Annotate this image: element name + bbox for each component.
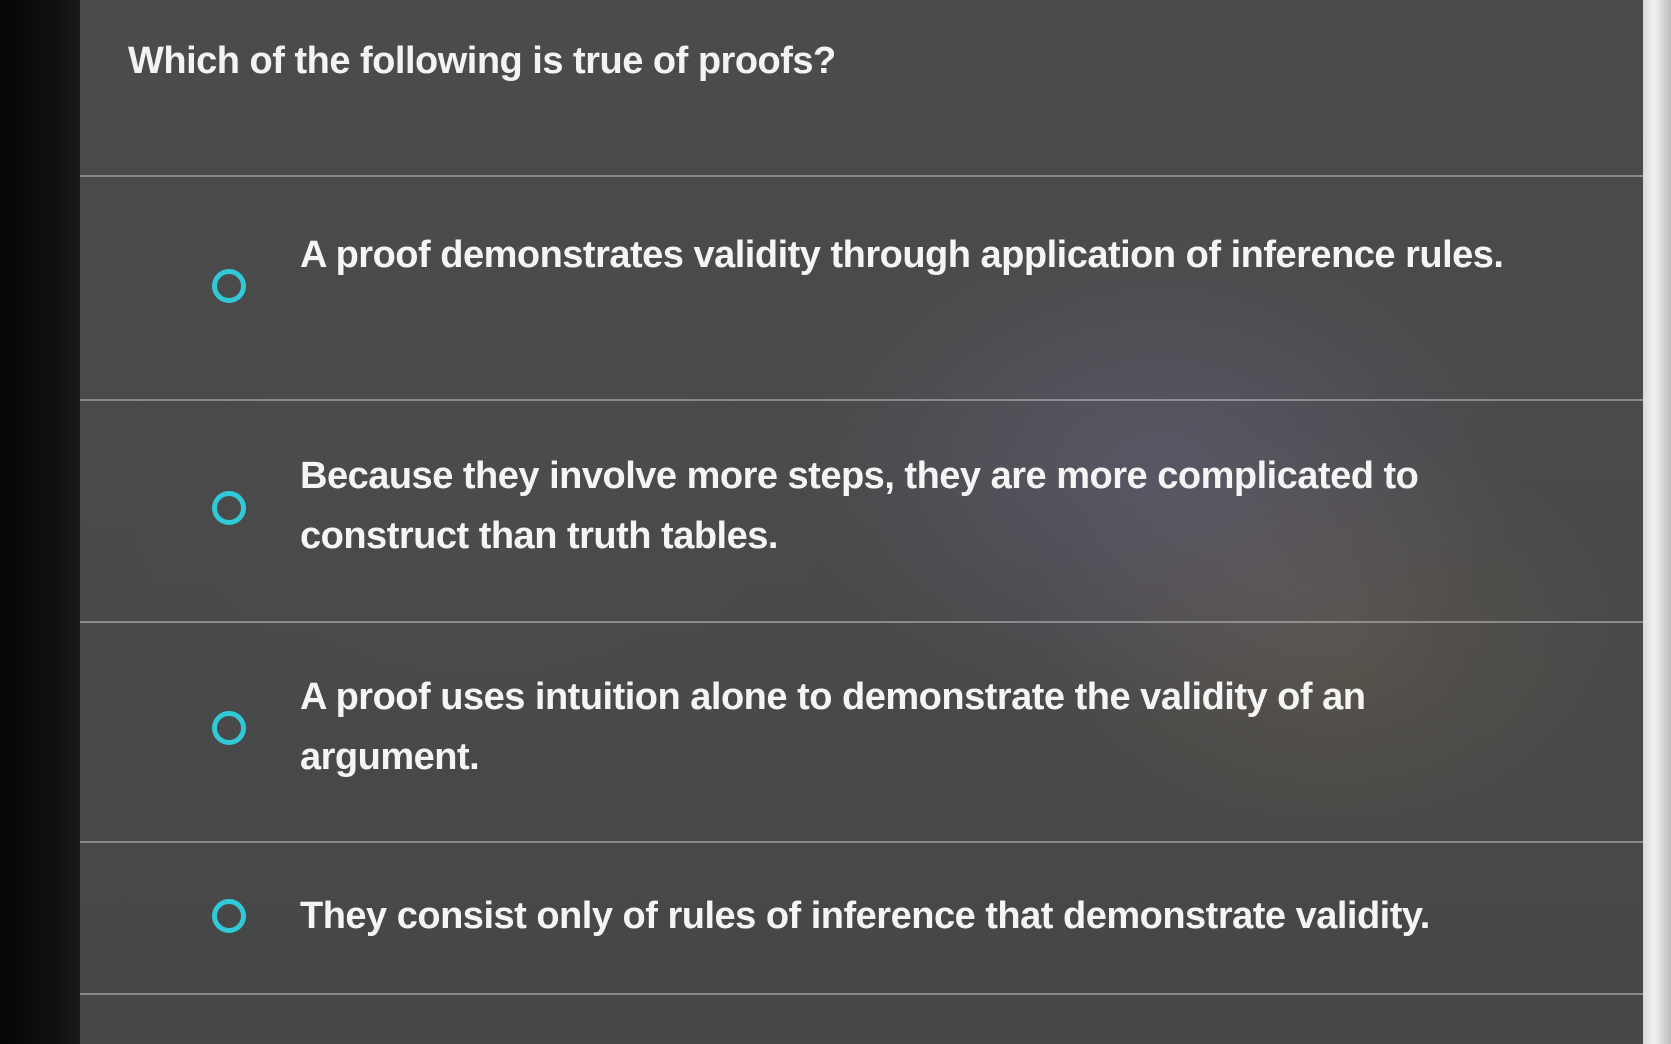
quiz-screen: Which of the following is true of proofs…: [80, 0, 1643, 1044]
answer-option-1[interactable]: A proof demonstrates validity through ap…: [80, 177, 1643, 399]
divider: [80, 993, 1643, 995]
monitor-bezel-right: [1643, 0, 1671, 1044]
answer-option-label[interactable]: A proof demonstrates validity through ap…: [300, 225, 1550, 285]
answer-option-label[interactable]: They consist only of rules of inference …: [300, 886, 1550, 946]
monitor-bezel-left: [0, 0, 80, 1044]
answer-option-3[interactable]: A proof uses intuition alone to demonstr…: [80, 623, 1643, 841]
question-text: Which of the following is true of proofs…: [128, 40, 836, 82]
radio-button[interactable]: [212, 899, 246, 933]
answer-option-2[interactable]: Because they involve more steps, they ar…: [80, 401, 1643, 621]
answer-option-label[interactable]: A proof uses intuition alone to demonstr…: [300, 667, 1550, 787]
answer-option-4[interactable]: They consist only of rules of inference …: [80, 843, 1643, 993]
photo-frame: Which of the following is true of proofs…: [0, 0, 1671, 1044]
answer-option-label[interactable]: Because they involve more steps, they ar…: [300, 446, 1550, 566]
radio-button[interactable]: [212, 711, 246, 745]
radio-button[interactable]: [212, 269, 246, 303]
radio-button[interactable]: [212, 491, 246, 525]
